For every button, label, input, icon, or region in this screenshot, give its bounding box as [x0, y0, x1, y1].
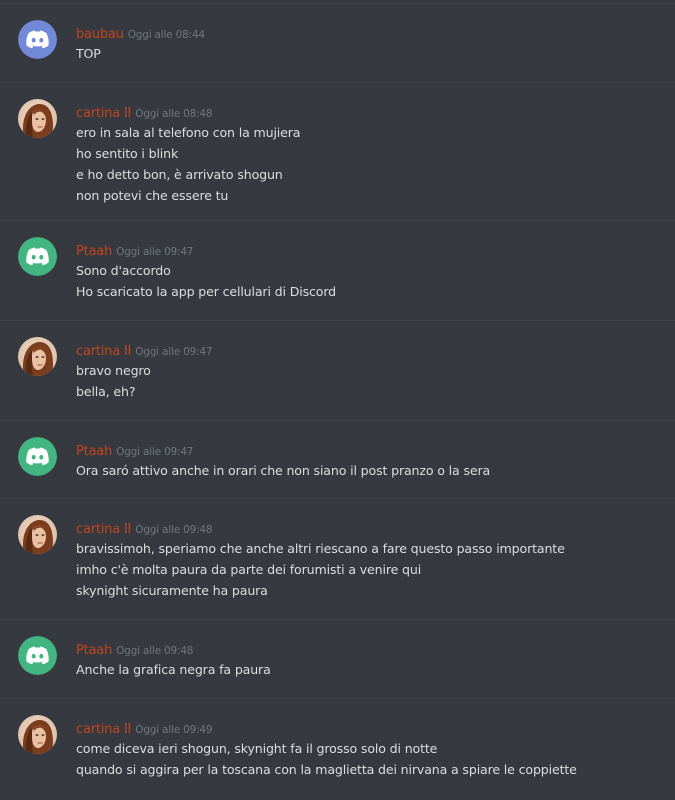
message-text-line: Ora saró attivo anche in orari che non s… [76, 463, 491, 478]
message-content: bravissimoh, speriamo che anche altri ri… [76, 538, 565, 601]
user-avatar[interactable] [18, 99, 57, 138]
username[interactable]: cartina II [76, 522, 131, 537]
username[interactable]: Ptaah [76, 444, 112, 459]
message-header: Ptaah Oggi alle 09:47 [76, 440, 193, 459]
message-timestamp: Oggi alle 08:48 [135, 108, 213, 120]
message-header: Ptaah Oggi alle 09:47 [76, 240, 193, 259]
message-text-line: come diceva ieri shogun, skynight fa il … [76, 741, 438, 756]
message-group: cartina II Oggi alle 09:49 come diceva ier… [0, 698, 675, 800]
message-group: Ptaah Oggi alle 09:48 Anche la grafica neg… [0, 619, 675, 698]
message-header: Ptaah Oggi alle 09:48 [76, 639, 193, 658]
message-header: cartina II Oggi alle 09:48 [76, 518, 213, 537]
username[interactable]: cartina II [76, 344, 131, 359]
message-content: Anche la grafica negra fa paura [76, 659, 271, 680]
message-group: Ptaah Oggi alle 09:47 Sono d'accordo Ho sca… [0, 220, 675, 320]
username[interactable]: cartina II [76, 722, 131, 737]
message-text-line: bravissimoh, speriamo che anche altri ri… [76, 541, 565, 556]
user-avatar[interactable] [18, 715, 57, 754]
username[interactable]: baubau [76, 27, 124, 42]
message-text-line: quando si aggira per la toscana con la m… [76, 762, 577, 777]
discord-green-icon[interactable] [18, 437, 57, 476]
message-group: cartina II Oggi alle 08:48 ero in sala al … [0, 82, 675, 220]
message-group: Ptaah Oggi alle 09:47 Ora saró attivo anch… [0, 420, 675, 498]
message-text-line: ho sentito i blink [76, 146, 179, 161]
message-timestamp: Oggi alle 09:47 [135, 346, 213, 358]
message-content: bravo negro bella, eh? [76, 360, 151, 402]
user-avatar[interactable] [18, 515, 57, 554]
username[interactable]: cartina II [76, 106, 131, 121]
username[interactable]: Ptaah [76, 643, 112, 658]
message-text-line: bella, eh? [76, 384, 136, 399]
message-timestamp: Oggi alle 09:47 [116, 446, 194, 458]
message-content: come diceva ieri shogun, skynight fa il … [76, 738, 577, 780]
message-text-line: ero in sala al telefono con la mujiera [76, 125, 301, 140]
message-timestamp: Oggi alle 09:48 [135, 524, 213, 536]
discord-green-icon[interactable] [18, 636, 57, 675]
message-timestamp: Oggi alle 09:48 [116, 645, 194, 657]
message-content: Ora saró attivo anche in orari che non s… [76, 460, 490, 481]
username[interactable]: Ptaah [76, 244, 112, 259]
message-text-line: Anche la grafica negra fa paura [76, 662, 271, 677]
message-text-line: bravo negro [76, 363, 151, 378]
message-timestamp: Oggi alle 09:47 [116, 246, 194, 258]
chat-message-list: baubau Oggi alle 08:44 TOP cartina II Oggi … [0, 0, 675, 800]
message-timestamp: Oggi alle 09:49 [135, 724, 213, 736]
message-content: TOP [76, 43, 101, 64]
message-group: baubau Oggi alle 08:44 TOP [0, 3, 675, 82]
message-header: cartina II Oggi alle 09:47 [76, 340, 213, 359]
message-header: baubau Oggi alle 08:44 [76, 23, 205, 42]
message-text-line: Ho scaricato la app per cellulari di Dis… [76, 284, 336, 299]
message-timestamp: Oggi alle 08:44 [127, 29, 205, 41]
user-avatar[interactable] [18, 337, 57, 376]
discord-green-icon[interactable] [18, 237, 57, 276]
message-text-line: Sono d'accordo [76, 263, 171, 278]
message-header: cartina II Oggi alle 08:48 [76, 102, 213, 121]
message-header: cartina II Oggi alle 09:49 [76, 718, 213, 737]
message-text-line: imho c'è molta paura da parte dei forumi… [76, 562, 422, 577]
message-text-line: TOP [76, 46, 101, 61]
discord-blurple-icon[interactable] [18, 20, 57, 59]
message-text-line: skynight sicuramente ha paura [76, 583, 268, 598]
message-text-line: e ho detto bon, è arrivato shogun [76, 167, 283, 182]
message-text-line: non potevi che essere tu [76, 188, 229, 203]
message-group: cartina II Oggi alle 09:47 bravo negro bell… [0, 320, 675, 420]
message-content: ero in sala al telefono con la mujiera ho… [76, 122, 301, 206]
message-group: cartina II Oggi alle 09:48 bravissimoh, sp… [0, 498, 675, 619]
message-content: Sono d'accordo Ho scaricato la app per ce… [76, 260, 336, 302]
